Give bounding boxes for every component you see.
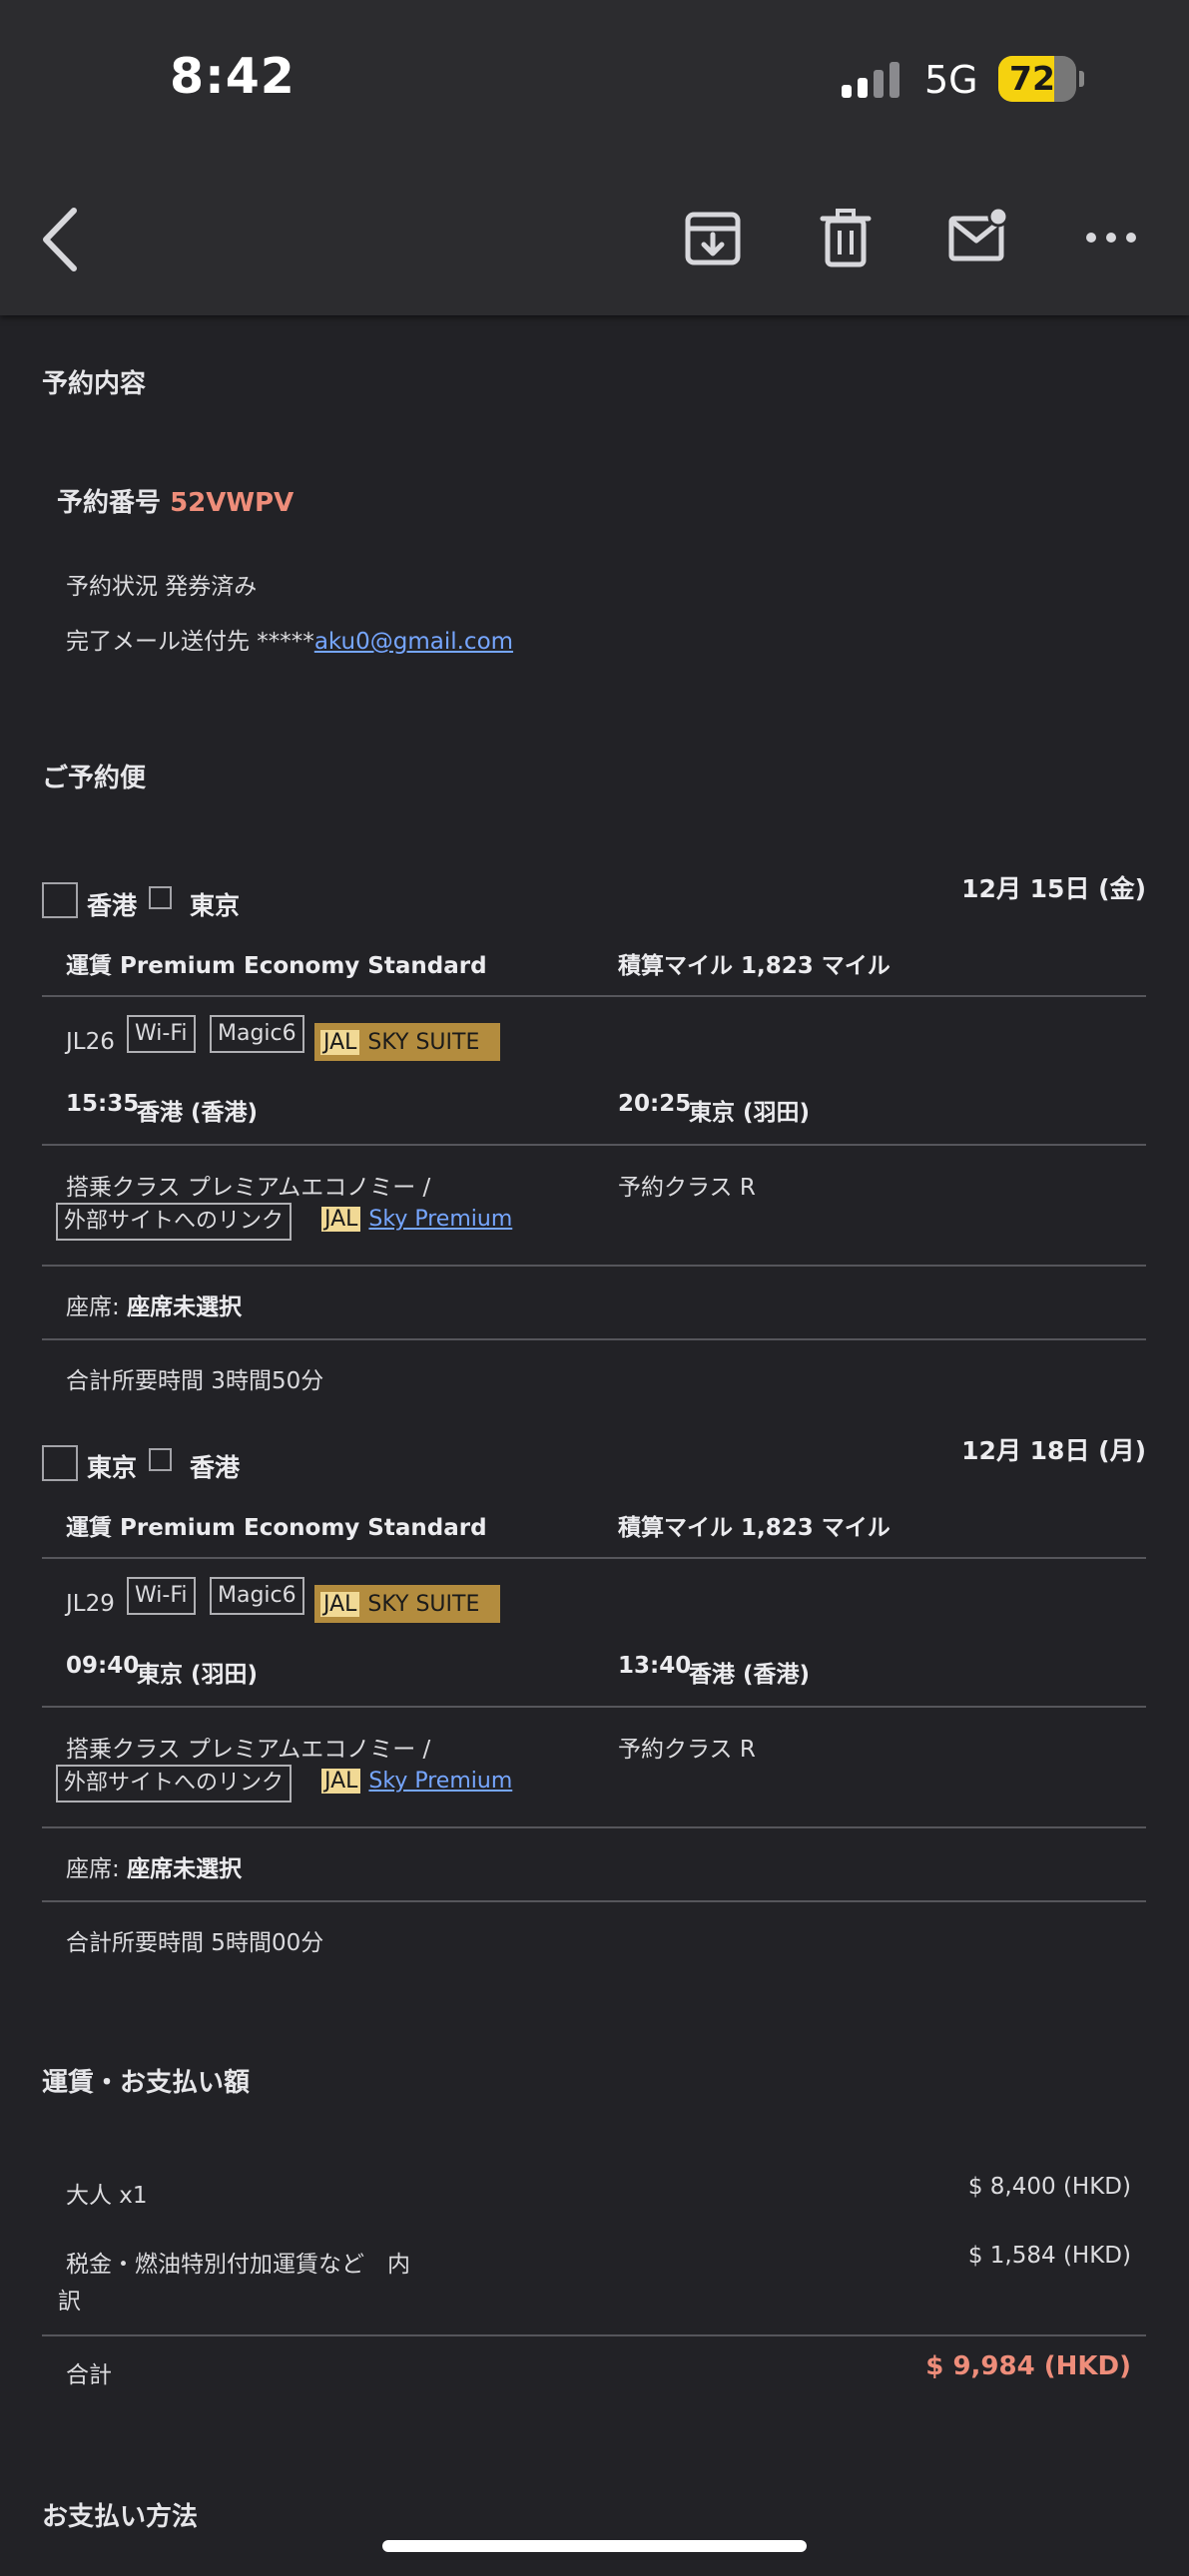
flight-2-departure-time: 09:40 <box>66 1653 140 1679</box>
flight-2-number: JL29 <box>66 1591 115 1617</box>
tax-label: 税金・燃油特別付加運賃など 内 <box>66 2252 410 2278</box>
flight-1-origin: 香港 <box>87 891 138 920</box>
payment-section-title: 運賃・お支払い額 <box>42 2068 251 2098</box>
chevron-left-icon[interactable] <box>38 205 82 274</box>
mail-unread-icon[interactable] <box>945 205 1011 270</box>
seat-value: 座席未選択 <box>127 1294 243 1320</box>
sky-suite-badge: JAL SKY SUITE <box>314 1585 500 1623</box>
flight-1-checkbox[interactable] <box>42 882 78 918</box>
flight-2-departure-place: 東京 (羽田) <box>137 1662 259 1688</box>
confirmation-code: 52VWPV <box>170 488 295 518</box>
flight-1-route-checkbox[interactable] <box>149 886 172 909</box>
tax-price: $ 1,584 (HKD) <box>967 2243 1131 2269</box>
flight-2-origin: 東京 <box>87 1453 138 1482</box>
flight-1-departure-time: 15:35 <box>66 1091 140 1117</box>
flight-2-miles: 積算マイル 1,823 マイル <box>618 1515 891 1541</box>
flight-1-departure-place: 香港 (香港) <box>137 1100 259 1126</box>
tax-label-cont: 訳 <box>58 2289 81 2315</box>
divider <box>42 1900 1146 1902</box>
divider <box>42 1265 1146 1267</box>
email-link[interactable]: aku0@gmail.com <box>314 629 513 655</box>
status-time: 8:42 <box>170 48 296 105</box>
email-body: 予約内容 予約番号 52VWPV 予約状況 発券済み 完了メール送付先 ****… <box>0 315 1189 2576</box>
reservation-status: 予約状況 発券済み <box>66 574 258 600</box>
flight-1-duration: 合計所要時間 3時間50分 <box>66 1368 324 1394</box>
divider <box>42 1826 1146 1828</box>
flight-2-cabin: 搭乗クラス プレミアムエコノミー / <box>66 1737 431 1763</box>
wifi-tag: Wi-Fi <box>127 1015 196 1053</box>
mail-label: 完了メール送付先 ***** <box>66 629 314 655</box>
flight-1-arrival-time: 20:25 <box>618 1091 692 1117</box>
flight-1-seat: 座席: 座席未選択 <box>66 1288 242 1321</box>
sky-premium-link[interactable]: Sky Premium <box>368 1207 512 1232</box>
reservation-section-title: 予約内容 <box>42 369 147 399</box>
external-site-link[interactable]: 外部サイトへのリンク <box>56 1203 293 1241</box>
archive-icon[interactable] <box>680 205 746 270</box>
divider <box>42 2334 1146 2336</box>
divider <box>42 1706 1146 1708</box>
jal-logo: JAL <box>321 1207 361 1232</box>
trash-icon[interactable] <box>813 205 879 270</box>
wifi-tag: Wi-Fi <box>127 1577 196 1615</box>
divider <box>42 1557 1146 1559</box>
external-site-link[interactable]: 外部サイトへのリンク <box>56 1765 293 1803</box>
battery-icon: 72 <box>998 56 1076 102</box>
flight-1-arrival-place: 東京 (羽田) <box>689 1100 811 1126</box>
flight-1-booking-class: 予約クラス R <box>618 1175 756 1201</box>
flight-1-cabin: 搭乗クラス プレミアムエコノミー / <box>66 1175 431 1201</box>
flight-1-fare: 運賃 Premium Economy Standard <box>66 953 487 979</box>
flight-1-number: JL26 <box>66 1029 115 1055</box>
seat-label: 座席: <box>66 1856 120 1882</box>
battery-level: 72 <box>1009 59 1055 98</box>
flight-2-route-checkbox[interactable] <box>149 1448 172 1471</box>
jal-logo: JAL <box>320 1591 360 1617</box>
adult-fare-price: $ 8,400 (HKD) <box>967 2174 1131 2200</box>
sky-suite-label: SKY SUITE <box>367 1591 480 1617</box>
flight-2-duration: 合計所要時間 5時間00分 <box>66 1930 324 1956</box>
more-horizontal-icon[interactable] <box>1078 205 1144 270</box>
payment-method-title: お支払い方法 <box>42 2502 199 2532</box>
total-label: 合計 <box>66 2362 112 2388</box>
flight-2-date: 12月 18日 (月) <box>961 1436 1146 1465</box>
jal-logo: JAL <box>320 1029 360 1055</box>
divider <box>42 1144 1146 1146</box>
flight-1-date: 12月 15日 (金) <box>961 874 1146 903</box>
flight-2-arrival-place: 香港 (香港) <box>689 1662 811 1688</box>
seat-label: 座席: <box>66 1294 120 1320</box>
sky-suite-label: SKY SUITE <box>367 1029 480 1055</box>
seat-value: 座席未選択 <box>127 1856 243 1882</box>
adult-fare-label: 大人 x1 <box>66 2183 148 2209</box>
flight-1-destination: 東京 <box>190 891 241 920</box>
confirmation-label: 予約番号 <box>57 488 162 518</box>
flight-2-seat: 座席: 座席未選択 <box>66 1849 242 1883</box>
sky-premium: JAL Sky Premium <box>321 1769 512 1794</box>
flight-1-miles: 積算マイル 1,823 マイル <box>618 953 891 979</box>
sky-premium: JAL Sky Premium <box>321 1207 512 1232</box>
signal-icon <box>842 62 901 98</box>
confirmation-number: 予約番号 52VWPV <box>57 482 294 519</box>
flight-2-checkbox[interactable] <box>42 1445 78 1481</box>
divider <box>42 1338 1146 1340</box>
sky-premium-link[interactable]: Sky Premium <box>368 1769 512 1794</box>
mail-toolbar: 8:42 5G 72 <box>0 0 1189 315</box>
flights-section-title: ご予約便 <box>42 764 147 793</box>
flight-2-destination: 香港 <box>190 1453 241 1482</box>
flight-2-booking-class: 予約クラス R <box>618 1737 756 1763</box>
magic6-tag: Magic6 <box>210 1577 304 1615</box>
flight-2-fare: 運賃 Premium Economy Standard <box>66 1515 487 1541</box>
total-price: $ 9,984 (HKD) <box>925 2351 1131 2381</box>
jal-logo: JAL <box>321 1769 361 1794</box>
confirmation-mail: 完了メール送付先 *****aku0@gmail.com <box>66 622 513 656</box>
home-indicator[interactable] <box>382 2540 807 2552</box>
sky-suite-badge: JAL SKY SUITE <box>314 1023 500 1061</box>
network-type: 5G <box>924 58 978 102</box>
flight-2-arrival-time: 13:40 <box>618 1653 692 1679</box>
divider <box>42 995 1146 997</box>
magic6-tag: Magic6 <box>210 1015 304 1053</box>
